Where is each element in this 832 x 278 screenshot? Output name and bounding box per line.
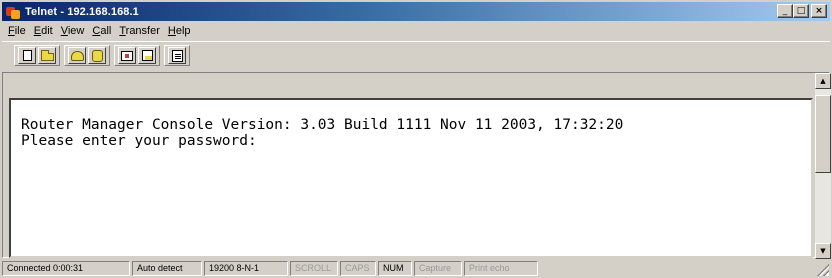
status-print-echo: Print echo	[464, 261, 538, 276]
title-bar[interactable]: Telnet - 192.168.168.1 _ □ ×	[2, 2, 830, 21]
disconnect-button[interactable]	[88, 47, 106, 64]
menu-file[interactable]: File	[4, 25, 30, 37]
toolbar	[2, 41, 830, 67]
toolbar-group-properties	[164, 45, 190, 66]
receive-button[interactable]	[138, 47, 156, 64]
receive-file-icon	[142, 50, 153, 61]
status-detect: Auto detect	[132, 261, 202, 276]
send-button[interactable]	[118, 47, 136, 64]
properties-button[interactable]	[168, 47, 186, 64]
window-controls: _ □ ×	[777, 4, 827, 18]
telnet-window: Telnet - 192.168.168.1 _ □ × File Edit V…	[0, 0, 832, 278]
menu-edit-label: dit	[41, 25, 53, 37]
menu-view-label: iew	[67, 25, 85, 37]
status-caps: CAPS	[340, 261, 376, 276]
menu-file-label: ile	[14, 25, 26, 37]
menu-file-hotkey: F	[8, 25, 15, 37]
close-button[interactable]: ×	[811, 4, 827, 18]
status-num: NUM	[378, 261, 412, 276]
menu-call-label: all	[100, 25, 112, 37]
disconnect-icon	[92, 50, 103, 62]
menu-help-label: elp	[175, 25, 191, 37]
connect-button[interactable]	[68, 47, 86, 64]
terminal-output: Router Manager Console Version: 3.03 Bui…	[21, 117, 623, 149]
send-file-icon	[121, 51, 133, 61]
menu-transfer-label: ransfer	[125, 25, 160, 37]
scroll-up-button[interactable]: ▲	[815, 73, 831, 89]
new-document-icon	[23, 50, 32, 61]
menu-edit[interactable]: Edit	[30, 25, 57, 37]
toolbar-group-file	[14, 45, 60, 66]
minimize-button[interactable]: _	[777, 4, 793, 18]
open-button[interactable]	[38, 47, 56, 64]
menu-help-hotkey: H	[167, 25, 176, 37]
terminal-line: Please enter your password:	[21, 133, 257, 149]
terminal-frame: Router Manager Console Version: 3.03 Bui…	[2, 72, 831, 259]
status-capture: Capture	[414, 261, 462, 276]
menu-call[interactable]: Call	[88, 25, 115, 37]
menu-view[interactable]: View	[57, 25, 89, 37]
menu-edit-hotkey: E	[33, 25, 42, 37]
telnet-app-icon[interactable]	[5, 4, 21, 20]
window-title: Telnet - 192.168.168.1	[25, 5, 139, 18]
menu-view-hotkey: V	[60, 25, 68, 37]
scroll-thumb[interactable]	[815, 95, 831, 173]
resize-grip-icon[interactable]	[817, 264, 829, 276]
status-connected: Connected 0:00:31	[2, 261, 130, 276]
vertical-scrollbar[interactable]: ▲ ▼	[815, 73, 831, 259]
open-folder-icon	[41, 50, 54, 61]
status-port: 19200 8-N-1	[204, 261, 288, 276]
menu-help[interactable]: Help	[164, 25, 195, 37]
maximize-button[interactable]: □	[793, 4, 809, 18]
terminal-screen[interactable]: Router Manager Console Version: 3.03 Bui…	[9, 98, 813, 258]
status-scroll: SCROLL	[290, 261, 338, 276]
toolbar-group-call	[64, 45, 110, 66]
status-bar: Connected 0:00:31 Auto detect 19200 8-N-…	[2, 260, 830, 277]
toolbar-group-transfer	[114, 45, 160, 66]
new-button[interactable]	[18, 47, 36, 64]
properties-icon	[172, 50, 183, 62]
menu-bar: File Edit View Call Transfer Help	[4, 22, 195, 40]
terminal-line: Router Manager Console Version: 3.03 Bui…	[21, 117, 624, 133]
scroll-down-button[interactable]: ▼	[815, 243, 831, 259]
connect-phone-icon	[71, 51, 84, 61]
menu-transfer[interactable]: Transfer	[115, 25, 164, 37]
